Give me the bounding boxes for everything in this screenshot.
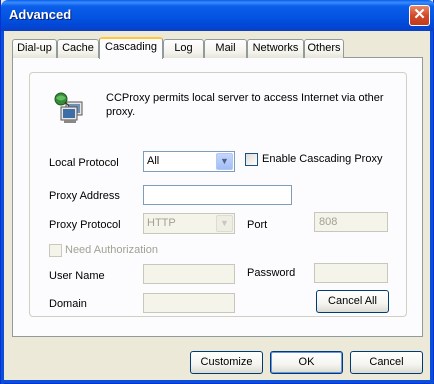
window-border-bottom [1,380,434,383]
window-border-right [430,31,433,384]
cancel-all-button[interactable]: Cancel All [316,290,389,313]
cascading-description: CCProxy permits local server to access I… [106,92,384,118]
local-protocol-value: All [147,155,160,167]
enable-cascading-checkbox[interactable] [245,153,258,166]
port-label: Port [247,219,268,231]
close-button[interactable]: ✕ [409,5,430,26]
user-name-label: User Name [49,270,105,282]
proxy-protocol-label: Proxy Protocol [49,219,121,231]
tab-networks[interactable]: Networks [247,39,304,58]
tab-log[interactable]: Log [163,39,204,58]
network-computers-icon [54,92,83,123]
window-border-left [1,31,4,384]
tab-others[interactable]: Others [304,39,344,58]
local-protocol-label: Local Protocol [49,157,119,169]
tab-dial-up[interactable]: Dial-up [12,39,57,58]
chevron-down-icon[interactable]: ▼ [216,215,233,232]
customize-button[interactable]: Customize [190,351,263,374]
local-protocol-select[interactable]: All ▼ [143,151,235,172]
need-authorization-checkbox[interactable] [49,244,62,257]
need-authorization-label[interactable]: Need Authorization [65,244,158,256]
user-name-input[interactable] [143,264,235,284]
password-label: Password [247,267,296,279]
tab-cascading[interactable]: Cascading [99,37,163,59]
chevron-down-icon[interactable]: ▼ [216,153,233,170]
domain-label: Domain [49,298,87,310]
proxy-address-label: Proxy Address [49,190,120,202]
proxy-protocol-select[interactable]: HTTP ▼ [143,213,235,234]
title-bar[interactable]: Advanced ✕ [1,0,434,31]
advanced-dialog: Advanced ✕ Dial-up Cache Cascading Log M… [0,0,434,384]
enable-cascading-label[interactable]: Enable Cascading Proxy [262,153,382,165]
tab-cache[interactable]: Cache [57,39,99,58]
cancel-button[interactable]: Cancel [350,351,423,374]
window-title: Advanced [9,7,72,22]
proxy-address-input[interactable] [143,185,292,205]
domain-input[interactable] [143,293,235,313]
proxy-protocol-value: HTTP [147,217,176,229]
password-input[interactable] [314,263,388,283]
ok-button[interactable]: OK [270,351,343,374]
close-icon: ✕ [413,6,426,23]
tab-mail[interactable]: Mail [204,39,247,58]
port-input[interactable]: 808 [314,212,388,232]
